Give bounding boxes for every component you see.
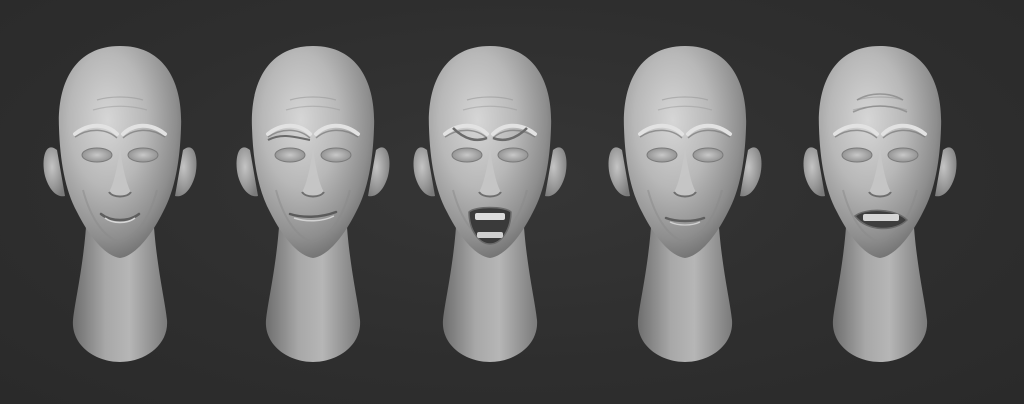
sculpt-viewport xyxy=(0,0,1024,404)
head-4-neutral xyxy=(600,0,770,380)
head-2-smirk xyxy=(228,0,398,380)
head-3-shout xyxy=(405,0,575,380)
head-1-smile xyxy=(35,0,205,380)
head-5-grimace xyxy=(795,0,965,380)
